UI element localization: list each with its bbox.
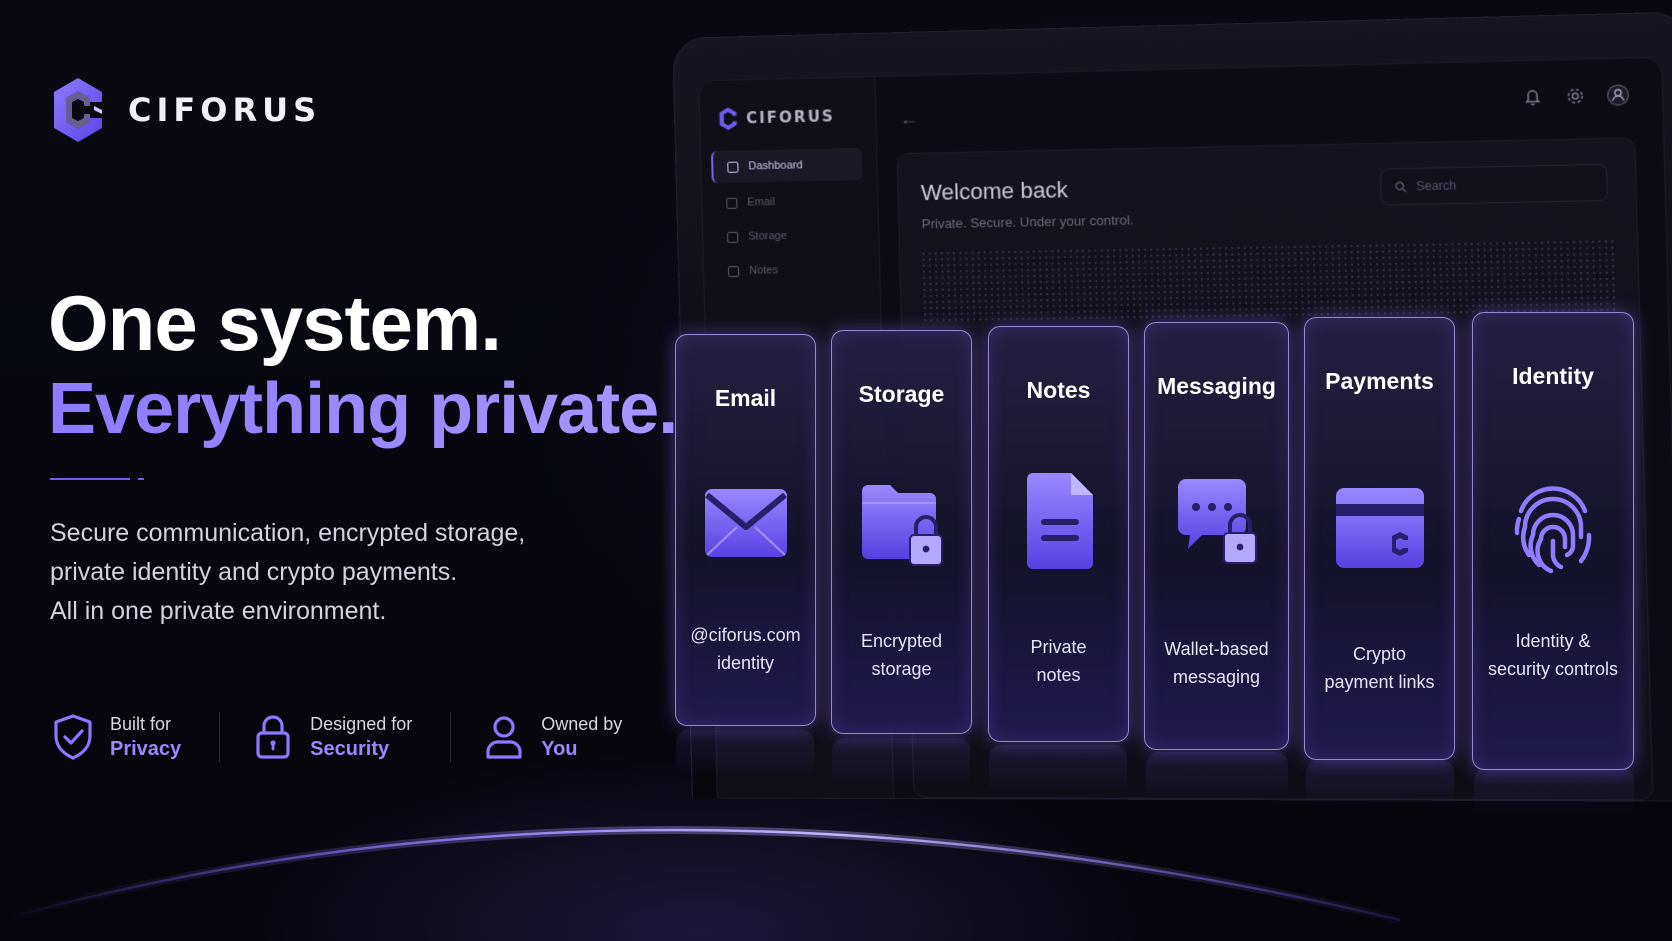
search-input[interactable]: Search xyxy=(1379,163,1609,206)
brand-name: CIFORUS xyxy=(128,91,322,129)
card-description-line: payment links xyxy=(1324,672,1435,692)
card-description-line: identity xyxy=(716,653,775,673)
hero-description: Secure communication, encrypted storage,… xyxy=(50,514,525,631)
card-description: Identity & security controls xyxy=(1473,627,1633,683)
sidebar-item-notes[interactable]: Notes xyxy=(714,253,866,288)
card-description-line: security controls xyxy=(1487,659,1619,679)
welcome-subtitle: Private. Secure. Under your control. xyxy=(921,212,1134,232)
card-description-line: Identity & xyxy=(1515,631,1591,651)
card-title: Messaging xyxy=(1157,373,1276,399)
hero-description-line: private identity and crypto payments. xyxy=(50,558,458,586)
card-description-line: storage xyxy=(871,659,932,679)
note-icon xyxy=(727,265,740,277)
hero-headline-accent: Everything private. xyxy=(48,369,678,449)
badge-highlight: Security xyxy=(310,738,390,760)
ciforus-logo-icon xyxy=(719,107,737,131)
card-description-line: Encrypted xyxy=(860,631,943,651)
hero-headline: One system. xyxy=(48,279,502,367)
badge-privacy: Built for Privacy xyxy=(50,712,219,762)
sidebar-item-storage[interactable]: Storage xyxy=(713,218,865,253)
fingerprint-icon xyxy=(1514,486,1592,574)
badge-caption: Built for xyxy=(110,714,172,734)
brand: CIFORUS xyxy=(50,76,321,144)
envelope-icon xyxy=(704,489,787,557)
divider-dot xyxy=(138,478,144,480)
hero-description-line: Secure communication, encrypted storage, xyxy=(50,519,526,547)
dashboard-brand-name: CIFORUS xyxy=(745,107,836,128)
ciforus-logo-icon xyxy=(54,78,102,142)
card-title: Payments xyxy=(1325,368,1434,394)
card-payments[interactable]: Payments Crypto payment links xyxy=(1304,317,1455,760)
user-icon xyxy=(486,716,522,759)
sidebar-item-dashboard[interactable]: Dashboard xyxy=(710,147,863,184)
card-description: Encrypted storage xyxy=(832,627,971,683)
search-placeholder: Search xyxy=(1415,178,1457,194)
card-email[interactable]: Email @ciforus.com identity xyxy=(675,334,816,726)
card-description: Private notes xyxy=(989,633,1128,689)
badge-owned: Owned by You xyxy=(450,712,660,762)
shield-check-icon xyxy=(54,714,92,760)
card-icon xyxy=(1335,488,1424,568)
arrow-left-icon[interactable]: ← xyxy=(899,108,918,130)
feature-badges: Built for Privacy Designed for Security xyxy=(50,712,660,762)
sidebar-item-label: Dashboard xyxy=(748,159,803,173)
card-description-line: Crypto xyxy=(1352,644,1406,664)
folder-lock-icon xyxy=(861,485,943,566)
card-description-line: Private xyxy=(1030,637,1087,657)
chat-lock-icon xyxy=(1177,479,1257,564)
card-messaging[interactable]: Messaging Wallet-based messaging xyxy=(1144,322,1289,750)
gear-icon[interactable] xyxy=(1563,84,1587,107)
badge-highlight: Privacy xyxy=(110,738,182,760)
card-description: Wallet-based messaging xyxy=(1145,635,1288,691)
mail-icon xyxy=(726,197,738,209)
card-notes[interactable]: Notes Private notes xyxy=(988,326,1129,742)
sidebar-item-email[interactable]: Email xyxy=(712,184,864,219)
bell-icon[interactable] xyxy=(1521,85,1545,108)
card-title: Identity xyxy=(1512,363,1594,389)
card-title: Notes xyxy=(1026,377,1091,403)
sidebar-item-label: Email xyxy=(747,195,776,209)
card-description-line: messaging xyxy=(1172,667,1261,687)
card-description-line: @ciforus.com xyxy=(690,625,801,645)
dashboard-icon xyxy=(727,161,739,173)
card-description: @ciforus.com identity xyxy=(676,621,815,677)
hero-description-line: All in one private environment. xyxy=(50,597,387,625)
card-title: Email xyxy=(714,385,777,411)
badge-caption: Designed for xyxy=(310,714,413,734)
horizon-glow xyxy=(0,826,1401,924)
card-title: Storage xyxy=(858,381,945,407)
divider xyxy=(50,478,130,480)
dashboard-brand: CIFORUS xyxy=(718,104,835,131)
top-toolbar xyxy=(1521,83,1631,108)
badge-caption: Owned by xyxy=(541,714,623,734)
badge-security: Designed for Security xyxy=(219,712,450,762)
hero-banner: CIFORUS Dashboard Email Storage Notes ← … xyxy=(0,0,1672,941)
avatar-icon[interactable] xyxy=(1606,83,1630,106)
welcome-title: Welcome back xyxy=(920,176,1069,206)
world-map-pattern xyxy=(920,238,1618,322)
card-description-line: notes xyxy=(1036,665,1081,685)
card-description-line: Wallet-based xyxy=(1164,639,1269,659)
lock-icon xyxy=(256,715,290,759)
document-icon xyxy=(1026,473,1093,569)
sidebar-item-label: Storage xyxy=(748,229,788,243)
card-description: Crypto payment links xyxy=(1305,640,1454,696)
search-icon xyxy=(1394,180,1408,194)
folder-icon xyxy=(727,231,739,243)
card-identity[interactable]: Identity Identity & security controls xyxy=(1472,312,1634,770)
badge-highlight: You xyxy=(541,738,578,760)
sidebar-item-label: Notes xyxy=(748,264,779,277)
card-storage[interactable]: Storage Encrypted storage xyxy=(831,330,972,734)
